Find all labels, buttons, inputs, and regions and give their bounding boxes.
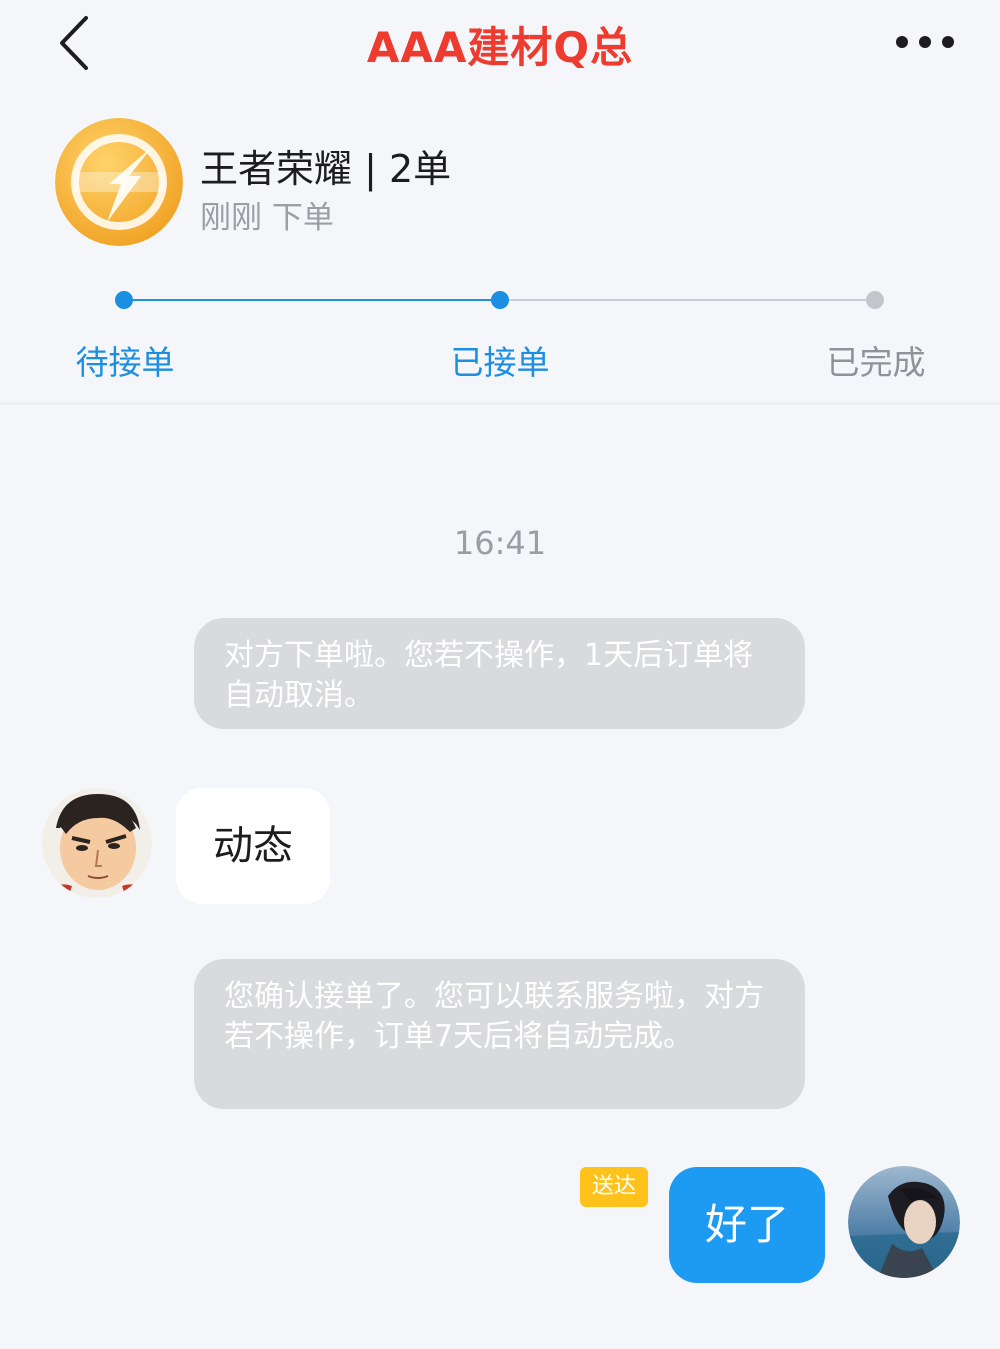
step-dot-pending-accept [115, 291, 133, 309]
system-message: 对方下单啦。您若不操作，1天后订单将自动取消。 [194, 618, 805, 729]
step-label-accepted: 已接单 [450, 343, 550, 382]
delivered-badge: 送达 [580, 1167, 648, 1207]
user-avatar[interactable] [848, 1166, 960, 1278]
progress-line-pending [500, 299, 875, 301]
system-message: 您确认接单了。您可以联系服务啦，对方若不操作，订单7天后将自动完成。 [194, 959, 805, 1109]
more-button[interactable] [880, 20, 970, 64]
step-label-completed: 已完成 [826, 343, 926, 382]
contact-avatar[interactable] [42, 788, 152, 898]
game-logo-icon [55, 118, 183, 246]
progress-line-done [124, 299, 500, 301]
outgoing-message-bubble[interactable]: 好了 [669, 1167, 825, 1283]
incoming-message-bubble[interactable]: 动态 [176, 788, 330, 904]
more-dots-icon [896, 36, 954, 48]
order-title: 王者荣耀 | 2单 [200, 147, 452, 191]
message-timestamp: 16:41 [453, 524, 547, 562]
page-title: AAA建材Q总 [366, 23, 634, 72]
step-label-pending-accept: 待接单 [75, 343, 175, 382]
step-dot-completed [866, 291, 884, 309]
order-subtitle: 刚刚 下单 [200, 200, 334, 236]
step-dot-accepted [491, 291, 509, 309]
divider [0, 402, 1000, 405]
